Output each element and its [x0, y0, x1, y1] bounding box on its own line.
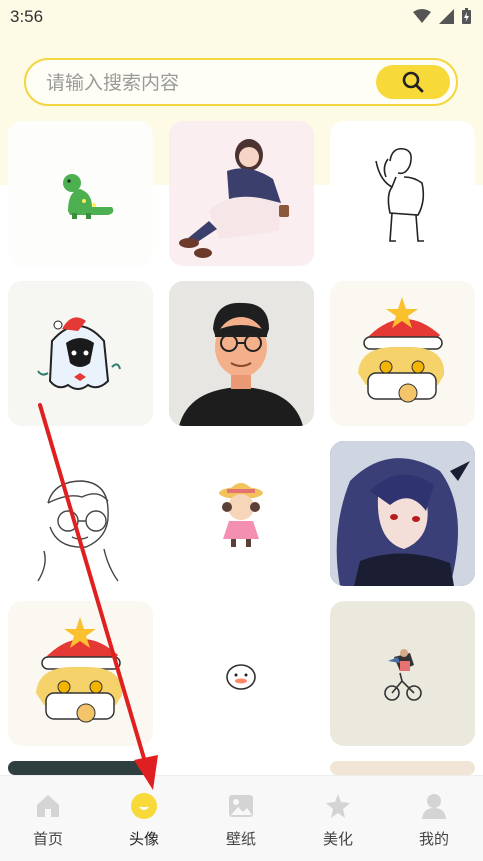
search-bar [24, 58, 458, 106]
nav-label-avatar: 头像 [128, 830, 159, 848]
nav-label-beautify: 美化 [322, 830, 353, 848]
gallery-item-bun[interactable] [169, 601, 314, 746]
search-button[interactable] [376, 65, 450, 99]
avatar-icon [131, 793, 157, 819]
status-time: 3:56 [10, 7, 44, 26]
search-icon [402, 71, 424, 93]
search-input[interactable] [46, 70, 366, 96]
signal-icon [439, 8, 454, 24]
nav-item-wallpaper[interactable]: 壁纸 [193, 776, 289, 861]
beautify-icon [326, 794, 350, 818]
gallery-item-glasses-man[interactable] [169, 281, 314, 426]
nav-label-home: 首页 [32, 830, 63, 848]
gallery-item-blonde-chibi[interactable] [330, 281, 475, 426]
profile-icon [422, 794, 446, 819]
status-bar: 3:56 [0, 0, 483, 34]
gallery-item-bicycle[interactable] [330, 601, 475, 746]
nav-item-profile[interactable]: 我的 [386, 776, 482, 861]
gallery-item-ghost[interactable] [8, 281, 153, 426]
home-icon [37, 795, 59, 817]
gallery-item-partial-2[interactable] [330, 761, 475, 775]
wallpaper-icon [229, 795, 253, 817]
gallery-item-dinosaur[interactable] [8, 121, 153, 266]
gallery-item-lineart-boy[interactable] [330, 121, 475, 266]
gallery-item-sketch-boy[interactable] [8, 441, 153, 586]
gallery-item-blonde-chibi-2[interactable] [8, 601, 153, 746]
gallery-item-partial-1[interactable] [8, 761, 153, 775]
nav-item-beautify[interactable]: 美化 [290, 776, 386, 861]
nav-item-avatar[interactable]: 头像 [96, 776, 192, 861]
battery-icon [462, 8, 471, 24]
nav-item-home[interactable]: 首页 [0, 776, 96, 861]
wifi-icon [413, 8, 431, 23]
gallery-item-anime-blue-hair[interactable] [330, 441, 475, 586]
bottom-navigation: 首页 头像 壁纸 美化 我的 [0, 775, 483, 861]
gallery-item-sitting-girl[interactable] [169, 121, 314, 266]
gallery-item-straw-hat-girl[interactable] [169, 441, 314, 586]
nav-label-wallpaper: 壁纸 [225, 830, 256, 848]
nav-label-profile: 我的 [418, 830, 449, 848]
